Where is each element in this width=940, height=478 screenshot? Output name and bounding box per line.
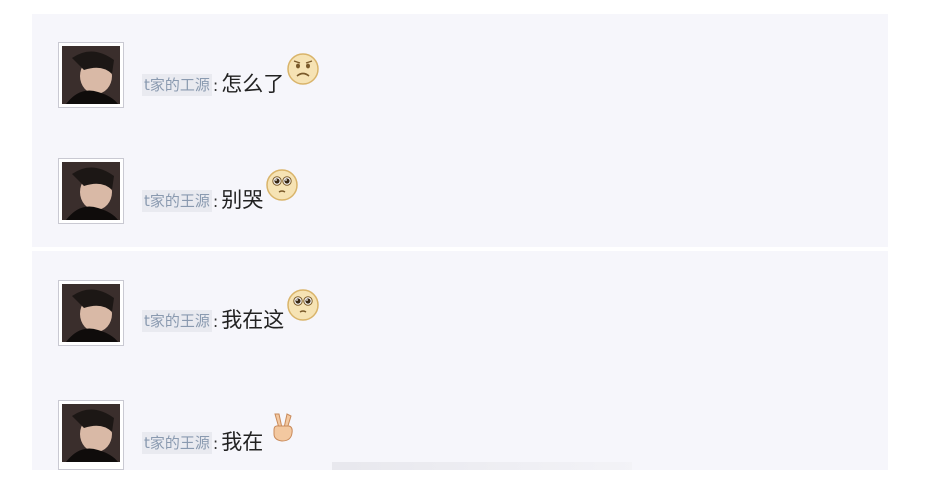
comment-item: t家的王源 : 我在这 xyxy=(32,280,888,360)
comment-username[interactable]: t家的工源 xyxy=(142,74,212,96)
comment-line: t家的王源 : 我在这 xyxy=(142,289,320,332)
comment-separator: : xyxy=(212,76,219,95)
comment-text: 我在 xyxy=(221,430,264,454)
comment-line: t家的王源 : 我在 xyxy=(142,413,299,454)
avatar-photo xyxy=(62,404,120,462)
comment-item: t家的王源 : 别哭 xyxy=(32,156,888,236)
comment-feed: t家的工源 : 怎么了 t家的王源: 别哭 t家的王源: 我在这 t家的王源… xyxy=(32,14,888,470)
comment-username[interactable]: t家的王源 xyxy=(142,310,212,332)
comment-text: 怎么了 xyxy=(221,72,285,96)
avatar[interactable] xyxy=(58,280,124,346)
comment-username[interactable]: t家的王源 xyxy=(142,190,212,212)
avatar[interactable] xyxy=(58,42,124,108)
pleading-eyes-emoji-icon xyxy=(286,288,320,322)
avatar-photo xyxy=(62,162,120,220)
avatar[interactable] xyxy=(58,158,124,224)
comment-separator: : xyxy=(212,434,219,453)
avatar-photo xyxy=(62,46,120,104)
comment-text: 我在这 xyxy=(221,308,285,332)
comment-username[interactable]: t家的王源 xyxy=(142,432,212,454)
comment-separator: : xyxy=(212,192,219,211)
comment-line: t家的王源 : 别哭 xyxy=(142,169,299,212)
cropped-next-comment xyxy=(332,462,632,470)
pleading-eyes-emoji-icon xyxy=(265,168,299,202)
comment-item: t家的工源 : 怎么了 xyxy=(32,40,888,120)
avatar[interactable] xyxy=(58,400,124,470)
avatar-photo xyxy=(62,284,120,342)
comment-line: t家的工源 : 怎么了 xyxy=(142,53,320,96)
victory-hand-emoji-icon xyxy=(265,410,299,444)
worried-face-emoji-icon xyxy=(286,52,320,86)
comment-text: 别哭 xyxy=(221,188,264,212)
comment-separator: : xyxy=(212,312,219,331)
